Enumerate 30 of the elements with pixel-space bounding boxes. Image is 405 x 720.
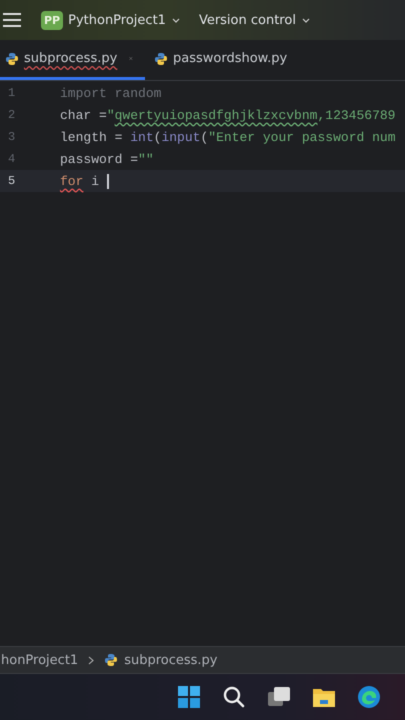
python-file-icon bbox=[154, 52, 168, 66]
project-dropdown[interactable]: PP PythonProject1 bbox=[39, 8, 183, 32]
code-line: password ="" bbox=[60, 152, 154, 166]
line-number: 4 bbox=[7, 152, 16, 166]
project-badge: PP bbox=[41, 10, 64, 30]
browser-icon[interactable] bbox=[357, 685, 381, 709]
python-file-icon bbox=[104, 653, 118, 667]
line-number: 2 bbox=[7, 108, 16, 122]
python-file-icon bbox=[5, 52, 19, 66]
code-line: char ="qwertyuiopasdfghjklzxcvbnm,123456789 bbox=[60, 108, 396, 122]
line-number: 3 bbox=[7, 130, 16, 144]
version-control-label: Version control bbox=[198, 12, 296, 28]
chevron-down-icon bbox=[170, 16, 181, 24]
breadcrumb-item[interactable]: subprocess.py bbox=[104, 652, 218, 668]
menu-icon[interactable] bbox=[3, 13, 21, 27]
line-number: 5 bbox=[7, 174, 16, 188]
code-line: import random bbox=[60, 86, 162, 100]
code-line: for i bbox=[60, 174, 100, 188]
task-view-icon[interactable] bbox=[267, 685, 291, 709]
code-line: length = int(input("Enter your password num bbox=[60, 130, 396, 144]
file-tab[interactable]: passwordshow.py bbox=[149, 40, 300, 80]
search-icon[interactable] bbox=[222, 685, 246, 709]
line-number: 1 bbox=[7, 86, 16, 100]
text-caret bbox=[106, 174, 109, 188]
project-name: PythonProject1 bbox=[68, 12, 166, 28]
breadcrumb-item[interactable]: honProject1 bbox=[1, 652, 78, 668]
version-control-dropdown[interactable]: Version control bbox=[196, 10, 313, 30]
windows-start-icon[interactable] bbox=[177, 685, 201, 709]
chevron-right-icon bbox=[88, 656, 94, 664]
chevron-down-icon bbox=[300, 16, 311, 24]
